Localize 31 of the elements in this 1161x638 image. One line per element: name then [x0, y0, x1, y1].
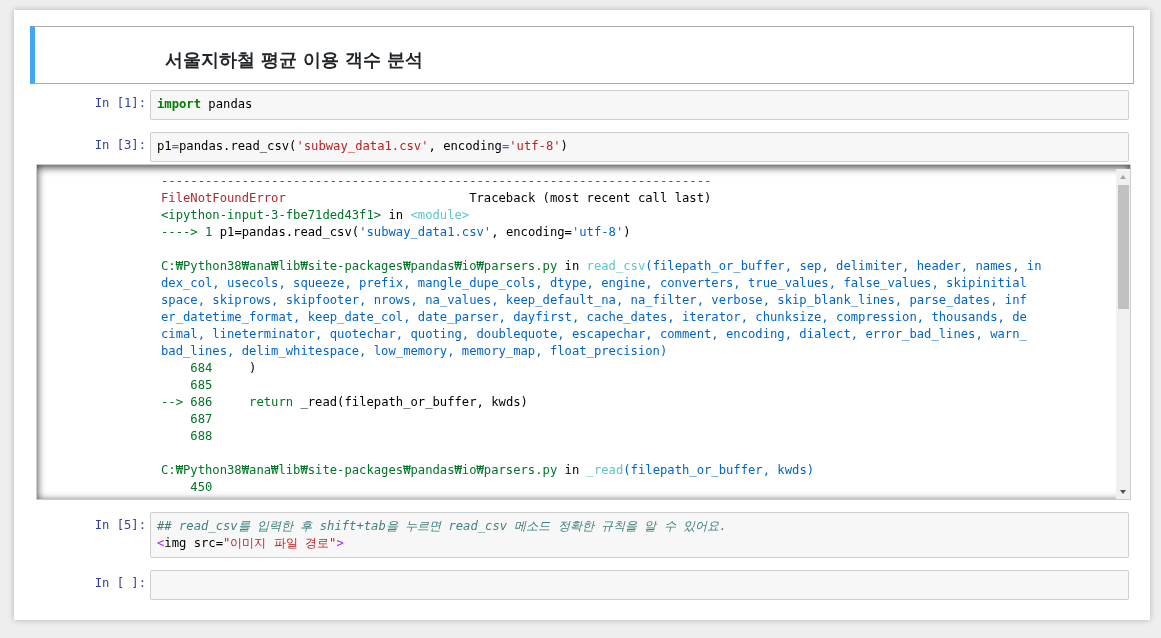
cell-prompt: In [3]: [93, 137, 147, 154]
output-line: ----> 1 p1=pandas.read_csv('subway_data1.csv', encoding='utf-8') [161, 224, 632, 241]
output-line: C:₩Python38₩ana₩lib₩site-packages₩pandas₩io₩parsers.py in _read(filepath_or_buffer, kwds) [161, 462, 816, 479]
cell-prompt: In [1]: [93, 95, 147, 112]
output-line: space, skiprows, skipfooter, nrows, na_values, keep_default_na, na_filter, verbose, skip_blank_lines, parse_dates, inf [161, 292, 1028, 309]
code-input[interactable]: ## read_csv를 입력한 후 shift+tab을 누르면 read_csv 메소드 정확한 규칙을 알 수 있어요. <img src="이미지 파일 경로"> [150, 512, 1129, 558]
cell-prompt: In [ ]: [93, 575, 147, 592]
output-line: 688 [189, 428, 214, 445]
output-line: 684 ) [189, 360, 258, 377]
output-line: 450 [189, 479, 214, 496]
cell-heading: 서울지하철 평균 이용 객수 분석 [165, 48, 424, 72]
code-input[interactable]: import pandas [150, 90, 1129, 120]
code-line: ## read_csv를 입력한 후 shift+tab을 누르면 read_csv 메소드 정확한 규칙을 알 수 있어요. [157, 518, 728, 535]
output-line: C:₩Python38₩ana₩lib₩site-packages₩pandas₩io₩parsers.py in read_csv(filepath_or_buffer, sep, delimiter, header, names, in [161, 258, 1043, 275]
output-line: 687 [189, 411, 214, 428]
output-line: bad_lines, delim_whitespace, low_memory, memory_map, float_precision) [161, 343, 669, 360]
markdown-cell[interactable]: 서울지하철 평균 이용 객수 분석 [30, 26, 1134, 84]
cell-prompt: In [5]: [93, 517, 147, 534]
output-line: <ipython-input-3-fbe71ded43f1> in <module> [161, 207, 471, 224]
output-line: --> 686 return _read(filepath_or_buffer, kwds) [161, 394, 529, 411]
code-line: import pandas [157, 96, 254, 113]
code-line: <img src="이미지 파일 경로"> [157, 535, 345, 552]
code-line: p1=pandas.read_csv('subway_data1.csv', encoding='utf-8') [157, 138, 569, 155]
code-input[interactable]: p1=pandas.read_csv('subway_data1.csv', encoding='utf-8') [150, 132, 1129, 162]
output-line: FileNotFoundError Traceback (most recent call last) [161, 190, 713, 207]
output-line: --------------------------------------------------------------------------- [161, 173, 713, 190]
output-line: cimal, lineterminator, quotechar, quoting, doublequote, escapechar, comment, encoding, dialect, error_bad_lines, warn_ [161, 326, 1028, 343]
code-input[interactable] [150, 570, 1129, 600]
output-line: er_datetime_format, keep_date_col, date_parser, dayfirst, cache_dates, iterator, chunksize, compression, thousands, de [161, 309, 1028, 326]
output-line: 685 [189, 377, 214, 394]
output-line: dex_col, usecols, squeeze, prefix, mangle_dupe_cols, dtype, engine, converters, true_values, false_values, skipinitial [161, 275, 1028, 292]
